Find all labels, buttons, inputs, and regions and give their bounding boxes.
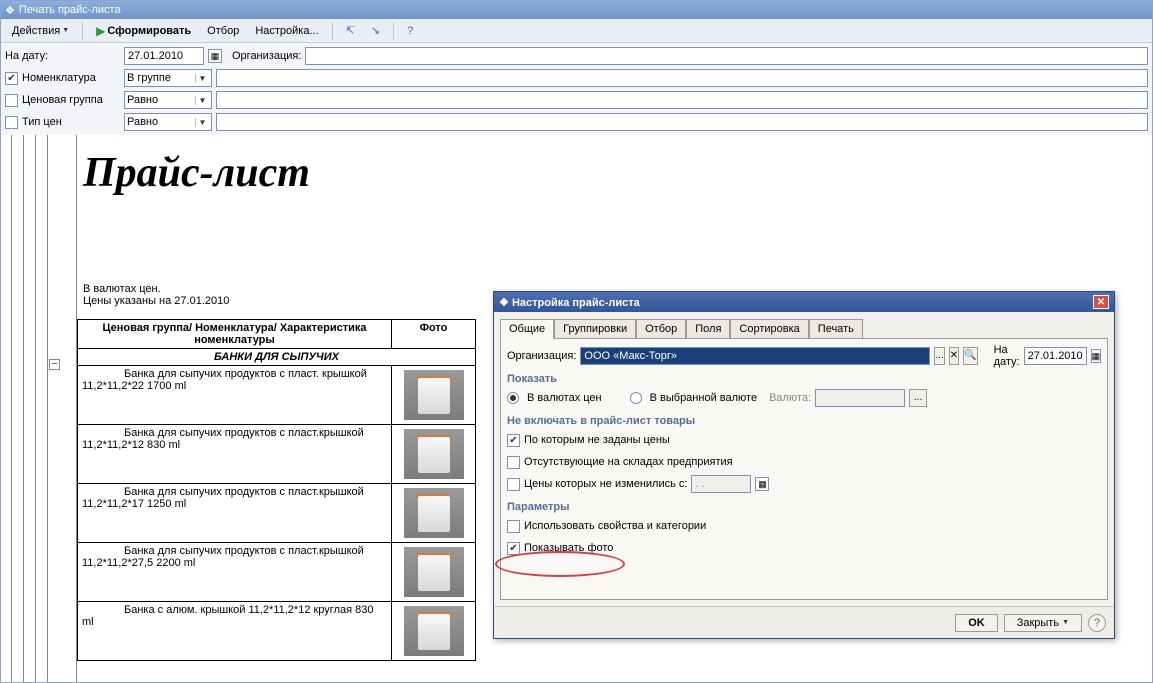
main-titlebar: ❖ Печать прайс-листа bbox=[1, 1, 1152, 19]
window-title: Печать прайс-листа bbox=[19, 4, 121, 16]
main-toolbar: Действия▼ ▶ Сформировать Отбор Настройка… bbox=[1, 19, 1152, 43]
currency-input bbox=[815, 389, 905, 407]
org-label: Организация: bbox=[232, 50, 301, 62]
chk-unchanged[interactable] bbox=[507, 478, 520, 491]
filter-button[interactable]: Отбор bbox=[200, 22, 246, 40]
outline-gutter: − bbox=[1, 135, 77, 682]
table-row: Банка для сыпучих продуктов с пласт.крыш… bbox=[78, 425, 476, 484]
show-section-label: Показать bbox=[507, 371, 1101, 387]
unchanged-date-input: . . bbox=[691, 475, 751, 493]
org-input[interactable] bbox=[305, 47, 1148, 65]
params-section-label: Параметры bbox=[507, 499, 1101, 515]
tab-groupings[interactable]: Группировки bbox=[554, 319, 636, 339]
price-group-label: Ценовая группа bbox=[22, 94, 120, 106]
nomen-checkbox[interactable]: ✔ bbox=[5, 72, 18, 85]
date-input[interactable]: 27.01.2010 bbox=[124, 47, 204, 65]
currency-select-button[interactable]: ... bbox=[909, 389, 927, 407]
tab-print[interactable]: Печать bbox=[809, 319, 863, 339]
product-photo bbox=[404, 547, 464, 597]
org-clear-button[interactable]: ✕ bbox=[949, 347, 959, 365]
settings-button[interactable]: Настройка... bbox=[248, 22, 325, 40]
price-group-value-input[interactable] bbox=[216, 91, 1148, 109]
group-row: БАНКИ ДЛЯ СЫПУЧИХ bbox=[78, 349, 476, 366]
dlg-org-label: Организация: bbox=[507, 350, 576, 362]
price-group-mode-combo[interactable]: Равно▼ bbox=[124, 91, 212, 109]
play-icon: ▶ bbox=[96, 24, 105, 38]
dialog-titlebar: ❖ Настройка прайс-листа ✕ bbox=[494, 292, 1114, 312]
tab-fields[interactable]: Поля bbox=[686, 319, 730, 339]
price-type-label: Тип цен bbox=[22, 116, 120, 128]
table-row: Банка для сыпучих продуктов с пласт.крыш… bbox=[78, 543, 476, 602]
table-row: Банка для сыпучих продуктов с пласт. кры… bbox=[78, 366, 476, 425]
chk-absent[interactable] bbox=[507, 456, 520, 469]
close-icon[interactable]: ✕ bbox=[1093, 295, 1109, 309]
dlg-date-input[interactable]: 27.01.2010 bbox=[1024, 347, 1087, 365]
dialog-icon: ❖ bbox=[499, 297, 509, 309]
nomen-mode-combo[interactable]: В группе▼ bbox=[124, 69, 212, 87]
nomen-label: Номенклатура bbox=[22, 72, 120, 84]
app-icon: ❖ bbox=[5, 4, 15, 17]
settings-dialog: ❖ Настройка прайс-листа ✕ Общие Группиро… bbox=[493, 291, 1115, 639]
dialog-help-icon[interactable]: ? bbox=[1088, 614, 1106, 632]
org-select-button[interactable]: ... bbox=[934, 347, 944, 365]
dlg-calendar-icon[interactable]: ▦ bbox=[1091, 349, 1102, 363]
col-desc-header: Ценовая группа/ Номенклатура/ Характерис… bbox=[78, 320, 392, 349]
unchanged-calendar-icon[interactable]: ▦ bbox=[755, 477, 769, 491]
chk-photo[interactable]: ✔ bbox=[507, 542, 520, 555]
outline-collapse-icon[interactable]: − bbox=[49, 359, 60, 370]
price-type-mode-combo[interactable]: Равно▼ bbox=[124, 113, 212, 131]
close-button[interactable]: Закрыть ▼ bbox=[1004, 614, 1082, 632]
price-group-checkbox[interactable] bbox=[5, 94, 18, 107]
tab-general[interactable]: Общие bbox=[500, 319, 554, 339]
product-photo bbox=[404, 488, 464, 538]
currency-label: Валюта: bbox=[769, 392, 811, 404]
nomen-value-input[interactable] bbox=[216, 69, 1148, 87]
price-type-value-input[interactable] bbox=[216, 113, 1148, 131]
radio-selected-currency[interactable] bbox=[630, 392, 642, 404]
radio-currency-prices[interactable] bbox=[507, 392, 519, 404]
tab-sort[interactable]: Сортировка bbox=[730, 319, 808, 339]
chk-no-price[interactable]: ✔ bbox=[507, 434, 520, 447]
calendar-icon[interactable]: ▦ bbox=[208, 49, 222, 63]
price-list-title: Прайс-лист bbox=[77, 135, 1152, 203]
dlg-date-label: На дату: bbox=[994, 344, 1020, 368]
product-photo bbox=[404, 429, 464, 479]
tree-expand-icon[interactable]: ↸ bbox=[339, 21, 362, 40]
product-photo bbox=[404, 606, 464, 656]
ok-button[interactable]: OK bbox=[955, 614, 998, 632]
tab-filter[interactable]: Отбор bbox=[636, 319, 686, 339]
price-type-checkbox[interactable] bbox=[5, 116, 18, 129]
col-photo-header: Фото bbox=[392, 320, 476, 349]
help-icon[interactable]: ? bbox=[400, 22, 420, 40]
price-table: Ценовая группа/ Номенклатура/ Характерис… bbox=[77, 319, 476, 661]
org-open-button[interactable]: 🔍 bbox=[963, 347, 977, 365]
generate-button[interactable]: ▶ Сформировать bbox=[89, 21, 198, 41]
actions-menu[interactable]: Действия▼ bbox=[5, 22, 76, 40]
product-photo bbox=[404, 370, 464, 420]
table-row: Банка для сыпучих продуктов с пласт.крыш… bbox=[78, 484, 476, 543]
date-label: На дату: bbox=[5, 50, 120, 62]
chk-props[interactable] bbox=[507, 520, 520, 533]
tree-collapse-icon[interactable]: ↘ bbox=[364, 21, 387, 40]
exclude-section-label: Не включать в прайс-лист товары bbox=[507, 413, 1101, 429]
dialog-tabs: Общие Группировки Отбор Поля Сортировка … bbox=[494, 312, 1114, 338]
dlg-org-input[interactable]: ООО «Макс-Торг» bbox=[580, 347, 930, 365]
table-row: Банка с алюм. крышкой 11,2*11,2*12 кругл… bbox=[78, 602, 476, 661]
